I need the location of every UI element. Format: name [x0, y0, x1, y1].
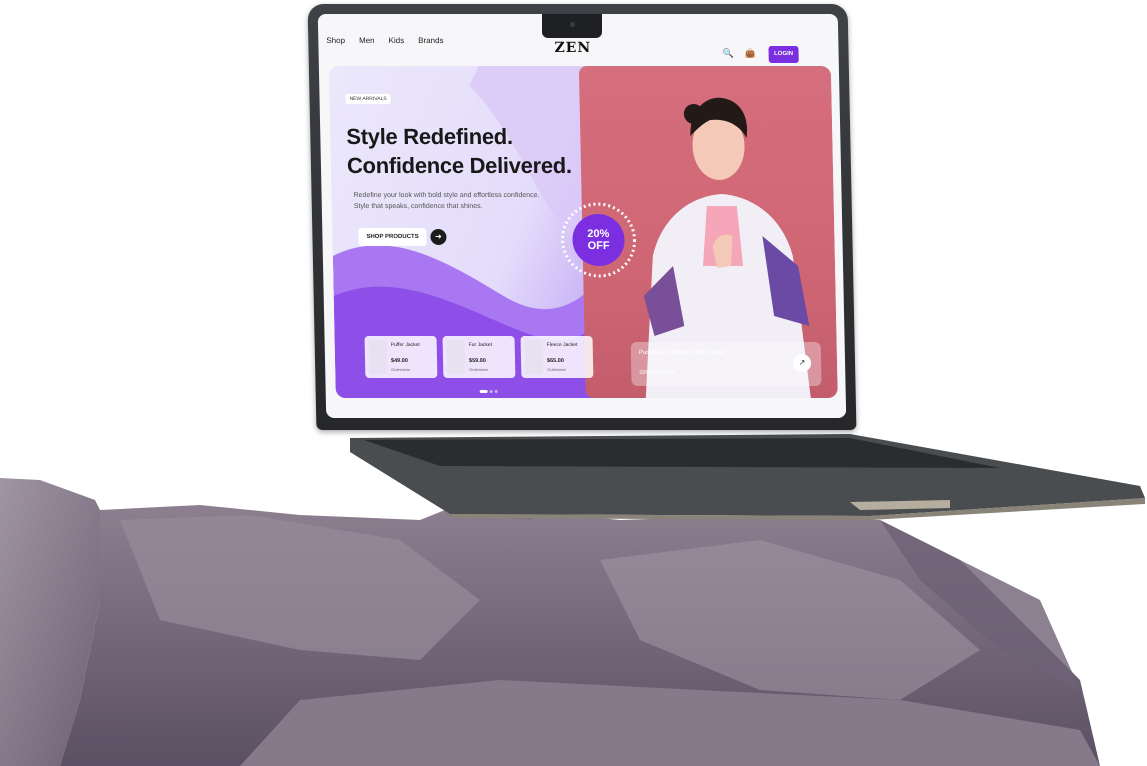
- description-line-2: Style that speaks, confidence that shine…: [353, 203, 483, 210]
- carousel-dot[interactable]: [479, 390, 488, 393]
- camera-icon: [570, 22, 575, 27]
- product-price: $65.00: [546, 358, 564, 364]
- promo-card[interactable]: Purple and Premium Soft Jacket 20% Disco…: [630, 342, 822, 386]
- cart-icon[interactable]: 👜: [744, 48, 755, 59]
- product-price: $49.00: [390, 358, 408, 364]
- new-arrivals-tag: NEW ARRIVALS: [345, 94, 391, 104]
- product-thumbnail: [524, 340, 544, 374]
- product-category: Outerwear: [547, 367, 566, 372]
- hero-description: Redefine your look with bold style and e…: [353, 190, 573, 212]
- promo-subtitle: 20% Discount!: [639, 370, 675, 376]
- nav-link-kids[interactable]: Kids: [388, 36, 404, 45]
- nav-link-shop[interactable]: Shop: [326, 36, 345, 45]
- product-card[interactable]: Puffer Jacket $49.00 Outerwear: [364, 336, 438, 378]
- site-logo[interactable]: ZEN: [554, 40, 591, 56]
- headline-line-1: Style Redefined.: [346, 124, 513, 149]
- product-name: Puffer Jacket: [390, 342, 420, 348]
- arrow-right-icon[interactable]: ➜: [430, 229, 447, 245]
- badge-percent: 20%: [587, 228, 610, 240]
- search-icon[interactable]: 🔍: [722, 48, 733, 59]
- laptop-screen: Shop Men Kids Brands ZEN 🔍 👜 LOGIN NEW A…: [317, 14, 847, 418]
- product-thumbnail: [446, 340, 466, 374]
- headline-line-2: Confidence Delivered.: [346, 153, 572, 178]
- laptop-keyboard-deck: [350, 434, 1145, 520]
- description-line-1: Redefine your look with bold style and e…: [353, 192, 540, 199]
- promo-title: Purple and Premium Soft Jacket: [638, 350, 725, 356]
- nav-links: Shop Men Kids Brands: [326, 36, 443, 45]
- login-button[interactable]: LOGIN: [768, 46, 799, 63]
- product-category: Outerwear: [391, 367, 410, 372]
- hero-headline: Style Redefined. Confidence Delivered.: [346, 122, 572, 180]
- arrow-up-right-icon[interactable]: ↗: [792, 354, 812, 372]
- nav-link-brands[interactable]: Brands: [418, 36, 444, 45]
- product-name: Fur Jacket: [468, 342, 493, 348]
- product-card[interactable]: Fleece Jacket $65.00 Outerwear: [520, 336, 594, 378]
- badge-off: OFF: [587, 240, 610, 252]
- product-category: Outerwear: [469, 367, 488, 372]
- carousel-dot[interactable]: [494, 390, 498, 393]
- product-card[interactable]: Fur Jacket $59.00 Outerwear: [442, 336, 516, 378]
- discount-badge: 20% OFF: [571, 214, 626, 266]
- product-price: $59.00: [468, 358, 486, 364]
- product-thumbnail: [368, 340, 388, 374]
- product-name: Fleece Jacket: [546, 342, 578, 348]
- hero-banner: NEW ARRIVALS Style Redefined. Confidence…: [328, 66, 838, 398]
- carousel-dot[interactable]: [489, 390, 493, 393]
- camera-notch: [542, 14, 602, 38]
- product-carousel: Puffer Jacket $49.00 Outerwear Fur Jacke…: [364, 336, 594, 378]
- carousel-dots: [479, 390, 498, 393]
- nav-link-men[interactable]: Men: [359, 36, 375, 45]
- shop-products-button[interactable]: SHOP PRODUCTS: [358, 228, 427, 246]
